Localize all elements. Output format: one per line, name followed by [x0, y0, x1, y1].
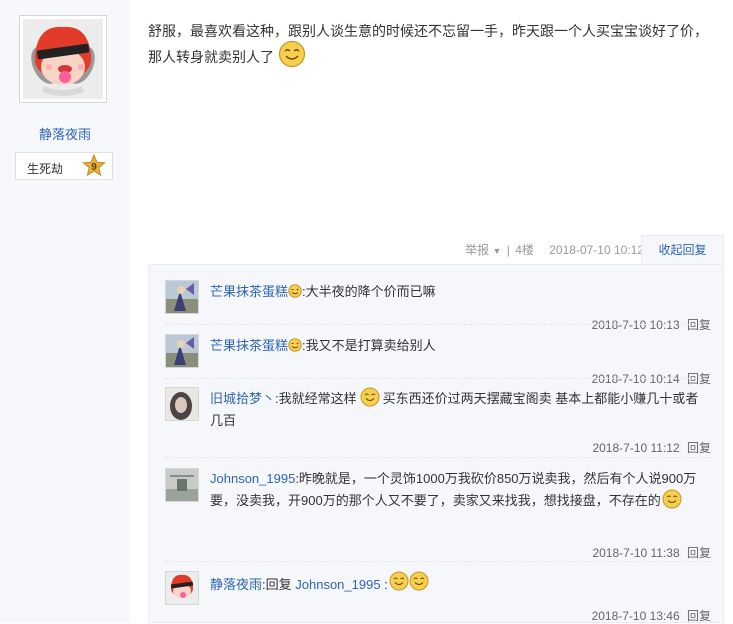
smile-emoticon-icon	[360, 387, 380, 407]
wink-emoticon-icon	[288, 283, 302, 298]
smile-emoticon-icon	[409, 571, 429, 591]
post-datetime: 2018-07-10 10:12	[549, 243, 644, 257]
reply-username[interactable]: 芒果抹茶蛋糕	[210, 284, 288, 299]
reply-time: 2018-7-10 10:14	[591, 372, 680, 386]
reply-text: Johnson_1995:昨晚就是，一个灵饰1000万我砍价850万说卖我，然后…	[210, 468, 710, 512]
reply-time: 2018-7-10 10:13	[591, 318, 680, 332]
reply-text: 静落夜雨:回复 Johnson_1995 :	[210, 571, 710, 596]
reply-time: 2018-7-10 11:12	[592, 441, 680, 455]
author-sidebar: 静落夜雨 生死劫 9	[0, 0, 130, 623]
reply-item: 芒果抹茶蛋糕 :大半夜的降个价而已嘛 2018-7-10 10:13 回复	[165, 280, 711, 335]
reply-time: 2018-7-10 11:38	[592, 546, 680, 560]
reply-username[interactable]: 静落夜雨	[210, 577, 262, 592]
post-content: 舒服，最喜欢看这种，跟别人谈生意的时候还不忘留一手，昨天跟一个人买宝宝谈好了价，…	[148, 18, 718, 72]
reply-text: 芒果抹茶蛋糕 :大半夜的降个价而已嘛	[210, 281, 710, 303]
tail-separator: |	[506, 243, 510, 257]
reply-divider	[165, 324, 711, 325]
smile-emoticon-icon	[389, 571, 409, 591]
reply-item: 芒果抹茶蛋糕 :我又不是打算卖给别人 2018-7-10 10:14 回复	[165, 334, 711, 386]
reply-button[interactable]: 回复	[687, 372, 711, 386]
reply-username[interactable]: 芒果抹茶蛋糕	[210, 338, 288, 353]
reply-item: 旧城拾梦丶:我就经常这样 买东西还价过两天摆藏宝阁卖 基本上都能小赚几十或者几百 …	[165, 387, 711, 457]
reply-content: :我就经常这样	[275, 391, 357, 406]
reply-username[interactable]: Johnson_1995	[210, 471, 295, 486]
author-name[interactable]: 静落夜雨	[0, 124, 130, 143]
floor-number: 4楼	[515, 243, 534, 257]
reply-meta: 2018-7-10 11:38 回复	[592, 544, 711, 561]
reply-item: 静落夜雨:回复 Johnson_1995 : 2018-7-10 13:46 回…	[165, 571, 711, 623]
collapse-replies-button[interactable]: 收起回复	[641, 235, 724, 265]
reply-content: :大半夜的降个价而已嘛	[302, 284, 436, 299]
reply-username[interactable]: 旧城拾梦丶	[210, 391, 275, 406]
author-rank-badge[interactable]: 生死劫 9	[15, 152, 113, 180]
chevron-down-icon[interactable]: ▼	[492, 246, 501, 256]
reply-item: Johnson_1995:昨晚就是，一个灵饰1000万我砍价850万说卖我，然后…	[165, 468, 711, 563]
reply-button[interactable]: 回复	[687, 609, 711, 623]
reply-meta: 2018-7-10 13:46 回复	[592, 607, 711, 624]
reply-avatar[interactable]	[165, 468, 199, 502]
reply-text: 芒果抹茶蛋糕 :我又不是打算卖给别人	[210, 335, 710, 357]
reply-content-colon: :	[380, 577, 388, 592]
report-button[interactable]: 举报	[465, 243, 489, 257]
smile-emoticon-icon	[662, 489, 682, 509]
post-tail: 举报 ▼ | 4楼 2018-07-10 10:12	[465, 241, 644, 258]
post-text: 舒服，最喜欢看这种，跟别人谈生意的时候还不忘留一手，昨天跟一个人买宝宝谈好了价，…	[148, 23, 708, 65]
rank-title: 生死劫	[27, 162, 64, 176]
smile-emoticon-icon	[278, 40, 306, 68]
reply-panel: 芒果抹茶蛋糕 :大半夜的降个价而已嘛 2018-7-10 10:13 回复 芒果抹…	[148, 264, 724, 623]
reply-mention-link[interactable]: Johnson_1995	[295, 577, 380, 592]
reply-text: 旧城拾梦丶:我就经常这样 买东西还价过两天摆藏宝阁卖 基本上都能小赚几十或者几百	[210, 387, 710, 432]
reply-content: :回复	[262, 577, 296, 592]
reply-divider	[165, 378, 711, 379]
level-star-icon: 9	[82, 153, 106, 178]
reply-avatar[interactable]	[165, 280, 199, 314]
author-avatar[interactable]	[19, 15, 107, 103]
reply-avatar[interactable]	[165, 571, 199, 605]
reply-avatar[interactable]	[165, 387, 199, 421]
reply-meta: 2018-7-10 11:12 回复	[592, 439, 711, 456]
reply-button[interactable]: 回复	[687, 546, 711, 560]
reply-divider	[165, 561, 711, 562]
wink-emoticon-icon	[288, 337, 302, 352]
level-number: 9	[91, 162, 97, 173]
reply-divider	[165, 457, 711, 458]
reply-avatar[interactable]	[165, 334, 199, 368]
reply-button[interactable]: 回复	[687, 441, 711, 455]
reply-time: 2018-7-10 13:46	[591, 609, 680, 623]
reply-button[interactable]: 回复	[687, 318, 711, 332]
reply-content: :我又不是打算卖给别人	[302, 338, 436, 353]
